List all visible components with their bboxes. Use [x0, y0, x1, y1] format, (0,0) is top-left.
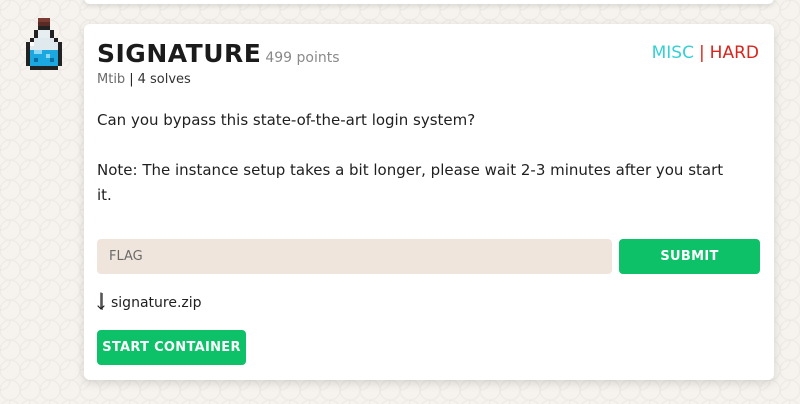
category-tag: MISC [651, 43, 694, 63]
tag-separator: | [698, 43, 705, 63]
previous-challenge-card [84, 0, 774, 4]
challenge-description: Can you bypass this state-of-the-art log… [97, 108, 737, 208]
download-arrow-icon [97, 292, 105, 310]
challenge-points: 499 points [265, 50, 340, 66]
attachment-filename: signature.zip [111, 295, 202, 311]
difficulty-tag: HARD [709, 43, 759, 63]
meta-separator: | [129, 72, 134, 87]
start-container-button[interactable]: START CONTAINER [97, 330, 246, 365]
challenge-author[interactable]: Mtib [97, 72, 125, 87]
challenge-name: SIGNATURE [97, 39, 262, 68]
flag-input[interactable] [97, 239, 612, 274]
description-paragraph: Note: The instance setup takes a bit lon… [97, 161, 724, 204]
submit-button[interactable]: SUBMIT [619, 239, 760, 274]
potion-bottle-icon [26, 18, 62, 70]
description-paragraph: Can you bypass this state-of-the-art log… [97, 111, 476, 129]
attachment-link[interactable]: signature.zip [97, 292, 202, 314]
challenge-title: SIGNATURE 499 points [97, 39, 340, 73]
challenge-tags: MISC | HARD [652, 43, 759, 63]
challenge-solves: 4 solves [137, 72, 191, 87]
challenge-meta: Mtib | 4 solves [97, 72, 191, 87]
challenge-card: SIGNATURE 499 points Mtib | 4 solves MISC | H… [84, 24, 774, 380]
